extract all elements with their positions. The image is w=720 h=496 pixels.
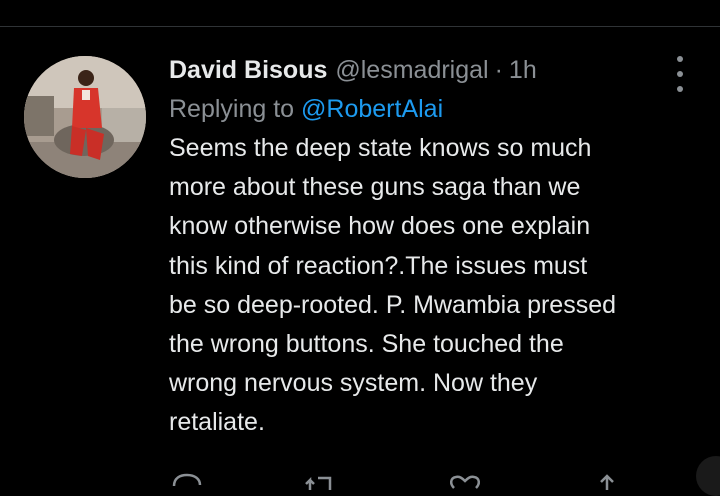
retweet-icon[interactable] <box>304 472 338 492</box>
reply-icon[interactable] <box>170 472 204 492</box>
more-dot <box>677 56 683 62</box>
separator-dot: · <box>494 55 503 84</box>
replying-to: Replying to @RobertAlai <box>169 90 699 128</box>
replying-handle-link[interactable]: @RobertAlai <box>301 95 443 123</box>
tweet-text-line: wrong nervous system. Now they <box>169 369 538 398</box>
tweet-text-line: the wrong buttons. She touched the <box>169 330 564 359</box>
top-divider <box>0 26 720 27</box>
floating-compose-icon[interactable] <box>696 456 720 496</box>
tweet-text-line: this kind of reaction?.The issues must <box>169 251 588 280</box>
tweet-text-line: retaliate. <box>169 408 265 437</box>
tweet-actions <box>170 472 670 492</box>
tweet-text-line: more about these guns saga than we <box>169 173 581 202</box>
tweet-header: David Bisous @lesmadrigal · 1h <box>169 50 699 90</box>
tweet-text: Seems the deep state knows so much more … <box>169 129 699 443</box>
tweet-text-line: be so deep-rooted. P. Mwambia pressed <box>169 290 617 319</box>
avatar-photo <box>24 56 146 178</box>
more-dot <box>677 71 683 77</box>
tweet[interactable]: David Bisous @lesmadrigal · 1h Replying … <box>169 50 699 443</box>
tweet-text-line: Seems the deep state knows so much <box>169 134 592 162</box>
heart-icon[interactable] <box>448 472 482 492</box>
author-handle[interactable]: @lesmadrigal <box>335 56 488 85</box>
share-icon[interactable] <box>590 472 624 492</box>
more-dot <box>677 86 683 92</box>
timestamp[interactable]: 1h <box>509 56 537 85</box>
replying-prefix: Replying to <box>169 95 295 123</box>
more-vertical-icon[interactable] <box>669 56 691 92</box>
author-name[interactable]: David Bisous <box>169 56 327 85</box>
tweet-text-line: know otherwise how does one explain <box>169 212 591 241</box>
avatar[interactable] <box>24 56 146 178</box>
